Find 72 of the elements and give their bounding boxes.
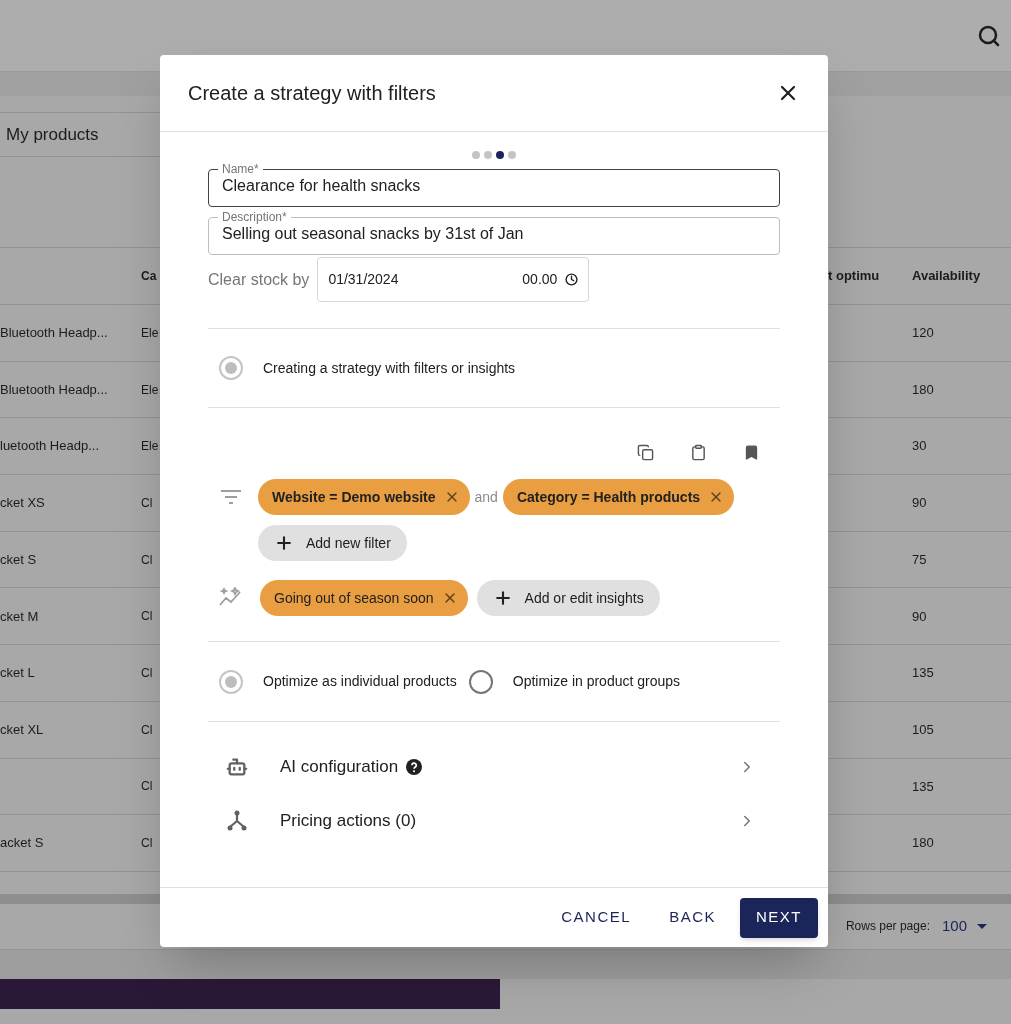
connector-text: and	[474, 487, 498, 507]
section-row[interactable]: AI configuration	[208, 740, 780, 794]
rows-per-page-select[interactable]: 100	[941, 915, 987, 938]
table-cell-text: Cl	[141, 664, 154, 682]
clear-stock-label: Clear stock by	[208, 269, 310, 290]
section-row[interactable]: Pricing actions (0)	[208, 794, 780, 848]
field-value: Selling out seasonal snacks by 31st of Jan	[222, 224, 525, 244]
table-cell-text: luetooth Headp...	[0, 437, 101, 456]
column-header: Availability	[912, 267, 981, 286]
section-label: Pricing actions (0)	[280, 810, 417, 833]
add-filter-button[interactable]: Add new filter	[258, 525, 407, 561]
table-cell-text: Bluetooth Headp...	[0, 324, 109, 343]
table-cell-text: cket L	[0, 664, 36, 683]
text-field[interactable]: Description* Selling out seasonal snacks by 31st of Jan	[208, 210, 780, 255]
column-header: t optimu	[828, 267, 881, 286]
clipboard-icon[interactable]	[690, 444, 707, 461]
option-label: Optimize in product groups	[512, 672, 681, 691]
robot-icon	[226, 756, 248, 778]
table-cell-text: Cl	[141, 494, 154, 512]
column-header: Ca	[141, 268, 158, 285]
table-cell-text: Cl	[141, 835, 154, 853]
table-cell-text: 30	[912, 437, 927, 456]
section-label: AI configuration	[280, 756, 399, 779]
table-cell-text: 120	[912, 324, 934, 343]
text-button[interactable]: CANCEL	[547, 897, 646, 938]
table-cell-text: Cl	[141, 551, 154, 569]
date-time-field[interactable]: 01/31/2024 00.00	[317, 257, 590, 302]
table-cell-text: Cl	[141, 721, 154, 739]
search-icon[interactable]	[977, 23, 1001, 48]
table-cell-text: cket XS	[0, 494, 46, 513]
option-label: Creating a strategy with filters or insights	[263, 358, 516, 378]
table-cell-text: Ele	[141, 381, 160, 399]
table-cell-text: Cl	[141, 778, 154, 796]
filter-chip[interactable]: Category = Health products	[502, 479, 735, 515]
filter-chip[interactable]: Website = Demo website	[258, 479, 470, 515]
bookmark-icon[interactable]	[743, 444, 760, 461]
next-button[interactable]: NEXT	[740, 897, 818, 938]
text-button[interactable]: BACK	[655, 897, 730, 938]
table-cell-text: cket XL	[0, 720, 45, 739]
field-value: Clearance for health snacks	[222, 176, 422, 196]
dialog-title: Create a strategy with filters	[188, 81, 436, 106]
table-cell-text: 180	[912, 834, 934, 853]
table-cell-text: acket S	[0, 834, 45, 853]
branch-icon	[226, 810, 248, 832]
insight-chip[interactable]: Going out of season soon	[260, 580, 468, 616]
radio-button[interactable]	[468, 669, 493, 694]
table-cell-text: 75	[912, 550, 927, 569]
table-cell-text: Ele	[141, 438, 160, 456]
table-cell-text: 135	[912, 664, 934, 683]
table-cell-text: 105	[912, 720, 934, 739]
table-cell-text: Ele	[141, 324, 160, 342]
field-label: Name*	[221, 162, 260, 176]
time-value: 00.00	[522, 270, 558, 289]
table-cell-text: Bluetooth Headp...	[0, 380, 109, 399]
table-cell-text: cket M	[0, 607, 40, 626]
table-cell-text: 90	[912, 494, 927, 513]
table-cell-text: 135	[912, 777, 934, 796]
rows-per-page-label: Rows per page:	[845, 918, 930, 936]
table-cell-text: 90	[912, 607, 927, 626]
text-field[interactable]: Name* Clearance for health snacks	[208, 162, 780, 207]
option-label: Optimize as individual products	[263, 672, 457, 691]
table-cell-text: Cl	[141, 608, 154, 626]
date-value: 01/31/2024	[328, 270, 400, 289]
caret-icon	[977, 923, 987, 929]
table-cell-text: 180	[912, 380, 934, 399]
table-cell-text: cket S	[0, 550, 38, 569]
clock-icon[interactable]	[565, 273, 579, 286]
add-insights-button[interactable]: Add or edit insights	[476, 580, 660, 616]
plus-icon	[274, 533, 294, 553]
field-label: Description*	[221, 210, 288, 224]
filter-icon	[220, 489, 242, 505]
copy-icon[interactable]	[637, 444, 654, 461]
